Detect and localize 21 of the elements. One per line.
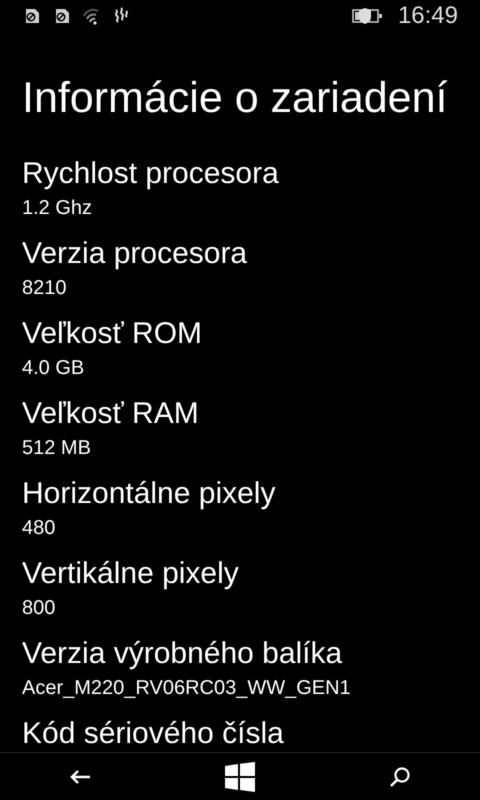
clock-time: 16:49 [398, 1, 458, 31]
property-label: Veľkosť RAM [22, 396, 199, 432]
search-icon [389, 766, 411, 788]
property-value: 1.2 Ghz [22, 196, 92, 221]
property-label: Rychlost procesora [22, 156, 279, 192]
property-label: Horizontálne pixely [22, 476, 276, 512]
property-value: 8210 [22, 276, 66, 301]
back-arrow-icon [69, 768, 91, 784]
property-label: Verzia procesora [22, 236, 248, 272]
property-label: Verzia výrobného balíka [22, 636, 342, 672]
property-value: 800 [22, 596, 56, 621]
property-value: Acer_M220_RV06RC03_WW_GEN1 [22, 676, 351, 701]
property-label: Veľkosť ROM [22, 316, 202, 352]
property-label: Vertikálne pixely [22, 556, 239, 592]
property-label: Kód sériového čísla [22, 716, 284, 752]
battery-saver-icon [352, 7, 384, 25]
property-value: 4.0 GB [22, 356, 84, 381]
windows-logo-icon [225, 762, 255, 792]
property-value: 480 [22, 516, 56, 541]
page-title: Informácie o zariadení [22, 72, 448, 124]
property-value: 512 MB [22, 436, 91, 461]
